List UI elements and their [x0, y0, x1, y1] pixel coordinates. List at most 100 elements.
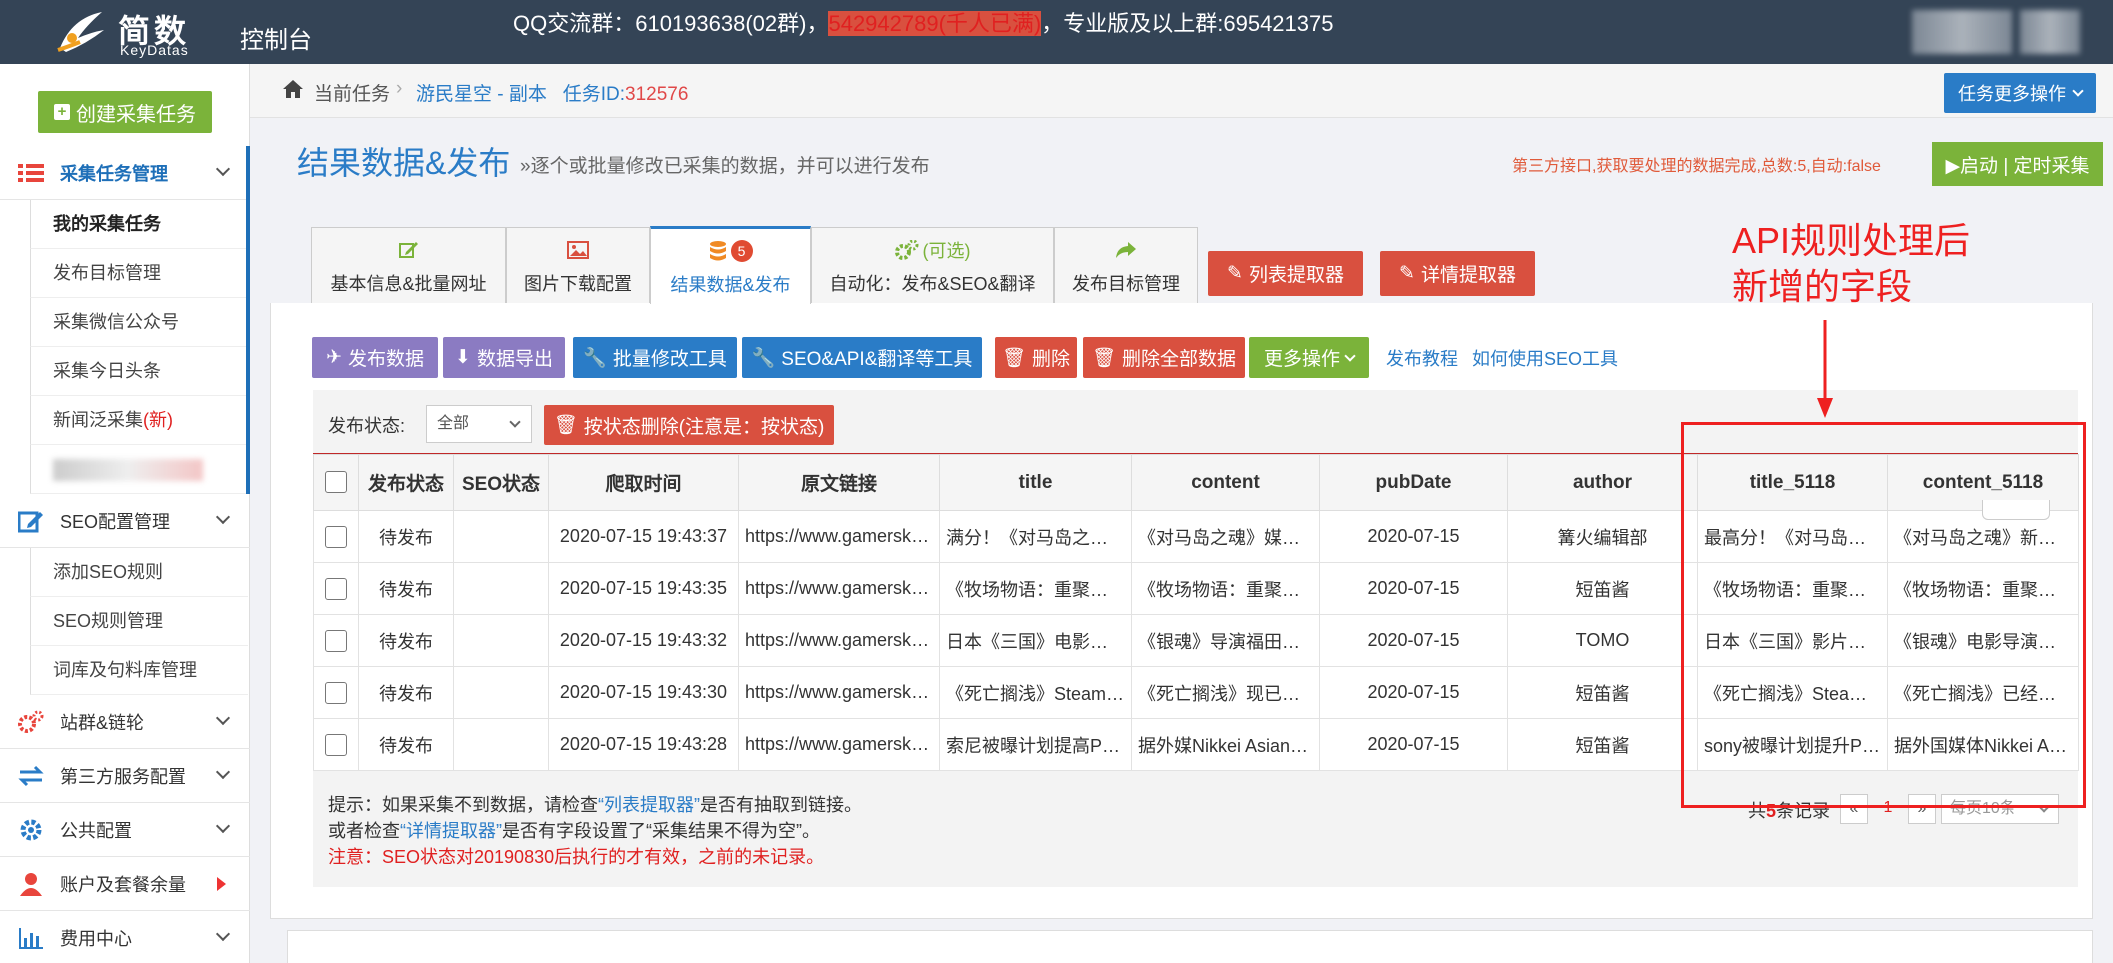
- database-icon: [709, 241, 726, 261]
- secondary-panel: [287, 930, 2093, 963]
- publish-tutorial-link[interactable]: 发布教程: [1386, 345, 1458, 371]
- row-checkbox[interactable]: [325, 525, 347, 548]
- detail-extractor-link[interactable]: “详情提取器”: [400, 821, 502, 841]
- edit-icon: [18, 511, 43, 533]
- header-seo-state[interactable]: SEO状态: [453, 454, 549, 511]
- logo[interactable]: 简数 KeyDatas: [52, 6, 202, 58]
- row-checkbox[interactable]: [325, 629, 347, 652]
- sidebar-item-lexicon[interactable]: 词库及句料库管理: [30, 646, 248, 695]
- tab-result-data[interactable]: 5 结果数据&发布: [650, 226, 811, 304]
- sidebar-group-task-management[interactable]: 采集任务管理: [0, 146, 250, 200]
- send-icon: ✈: [326, 347, 342, 368]
- cell-source-link[interactable]: https://www.gamersky.com/news/202007/130…: [738, 718, 940, 771]
- plus-icon: +: [54, 104, 70, 120]
- home-icon[interactable]: [282, 79, 304, 99]
- export-data-button[interactable]: ⬇ 数据导出: [443, 337, 565, 378]
- seo-howto-link[interactable]: 如何使用SEO工具: [1472, 345, 1618, 371]
- batch-edit-button[interactable]: 🔧 批量修改工具: [573, 337, 737, 378]
- tab-automation[interactable]: (可选) 自动化：发布&SEO&翻译: [811, 227, 1054, 303]
- breadcrumb-current[interactable]: 当前任务: [314, 79, 390, 106]
- sidebar-item-seo-rules[interactable]: SEO规则管理: [30, 597, 248, 646]
- sidebar-group-billing[interactable]: 费用中心: [0, 911, 250, 963]
- sidebar-group-seo[interactable]: SEO配置管理: [0, 494, 250, 548]
- tab-publish-targets[interactable]: 发布目标管理: [1054, 227, 1198, 303]
- cell-source-link[interactable]: https://www.gamersky.com/news/202007/130…: [738, 510, 940, 563]
- cell-seo-state: [453, 718, 549, 771]
- seo-api-tools-button[interactable]: 🔧 SEO&API&翻译等工具: [742, 337, 982, 378]
- cell-seo-state: [453, 562, 549, 615]
- cell-source-link[interactable]: https://www.gamersky.com/news/202007/130…: [738, 562, 940, 615]
- publish-state-select[interactable]: 全部: [426, 405, 532, 443]
- tip-line-2: 或者检查“详情提取器”是否有字段设置了“采集结果不得为空”。: [328, 821, 820, 841]
- cell-source-link[interactable]: https://www.gamersky.com/news/202007/130…: [738, 666, 940, 719]
- exchange-icon: [18, 765, 44, 787]
- sidebar-item-publish-targets[interactable]: 发布目标管理: [30, 249, 248, 298]
- delete-by-state-button[interactable]: 🗑 按状态删除(注意是：按状态): [544, 405, 834, 445]
- row-checkbox[interactable]: [325, 733, 347, 756]
- header-source-link[interactable]: 原文链接: [738, 454, 940, 511]
- sidebar-item-toutiao[interactable]: 采集今日头条: [30, 347, 248, 396]
- row-checkbox[interactable]: [325, 681, 347, 704]
- sidebar-group-account[interactable]: 账户及套餐余量: [0, 857, 250, 911]
- chevron-down-icon: [1344, 349, 1356, 362]
- publish-data-button[interactable]: ✈ 发布数据: [312, 337, 438, 378]
- list-extractor-button[interactable]: ✎ 列表提取器: [1208, 251, 1363, 296]
- fire-icon: ✎: [1227, 263, 1243, 284]
- sidebar-item-my-tasks[interactable]: 我的采集任务: [30, 200, 248, 249]
- chevron-down-icon: [215, 818, 231, 834]
- page-subtitle: »逐个或批量修改已采集的数据，并可以进行发布: [520, 156, 930, 177]
- chevron-down-icon: [215, 509, 231, 525]
- user-icon: [20, 873, 42, 896]
- gears-icon: [894, 240, 918, 260]
- delete-all-button[interactable]: 🗑 删除全部数据: [1083, 337, 1245, 378]
- user-info-blurred[interactable]: [1912, 10, 2012, 54]
- list-icon: [18, 164, 44, 182]
- start-schedule-button[interactable]: ▶启动 | 定时采集: [1932, 142, 2103, 186]
- sidebar-item-blurred[interactable]: [30, 445, 248, 494]
- cell-pubdate: 2020-07-15: [1319, 510, 1508, 563]
- cell-source-link[interactable]: https://www.gamersky.com/news/202007/130…: [738, 614, 940, 667]
- more-actions-button[interactable]: 更多操作: [1249, 337, 1369, 378]
- tip-seo-note: 注意：SEO状态对20190830后执行的才有效，之前的未记录。: [328, 847, 825, 867]
- console-title[interactable]: 控制台: [240, 20, 312, 55]
- trash-icon: 🗑: [1001, 347, 1027, 369]
- select-all-checkbox[interactable]: [325, 471, 347, 494]
- delete-button[interactable]: 🗑 删除: [995, 337, 1077, 378]
- sidebar-group-public-config[interactable]: 公共配置: [0, 803, 250, 857]
- wrench-icon: 🔧: [583, 347, 607, 369]
- cell-author: 短笛酱: [1507, 718, 1698, 771]
- header-crawl-time[interactable]: 爬取时间: [548, 454, 739, 511]
- chevron-down-icon: [215, 710, 231, 726]
- sidebar-item-add-seo-rule[interactable]: 添加SEO规则: [30, 548, 248, 597]
- blurred-item: [53, 459, 203, 482]
- user-avatar-blurred[interactable]: [2020, 10, 2080, 54]
- tab-basic-info[interactable]: 基本信息&批量网址: [311, 227, 506, 303]
- task-more-actions-button[interactable]: 任务更多操作: [1944, 73, 2096, 113]
- sidebar-item-wechat[interactable]: 采集微信公众号: [30, 298, 248, 347]
- create-task-button[interactable]: + 创建采集任务: [38, 91, 212, 133]
- sidebar-item-news[interactable]: 新闻泛采集(新): [30, 396, 248, 445]
- sidebar-group-site-cluster[interactable]: 站群&链轮: [0, 695, 250, 749]
- header-author[interactable]: author: [1507, 454, 1698, 511]
- tab-image-download[interactable]: 图片下载配置: [506, 227, 650, 303]
- header-publish-state[interactable]: 发布状态: [358, 454, 454, 511]
- row-select-cell: [313, 562, 359, 615]
- detail-extractor-button[interactable]: ✎ 详情提取器: [1380, 251, 1535, 296]
- caret-right-icon: [217, 877, 226, 891]
- cell-publish-state: 待发布: [358, 666, 454, 719]
- cell-seo-state: [453, 614, 549, 667]
- row-checkbox[interactable]: [325, 577, 347, 600]
- breadcrumb-task[interactable]: 游民星空 - 副本 任务ID:312576: [416, 79, 688, 106]
- header-pubdate[interactable]: pubDate: [1319, 454, 1508, 511]
- select-all-cell: [313, 454, 359, 511]
- cell-title: 日本《三国》电影首曝预告: [939, 614, 1132, 667]
- result-count-badge: 5: [730, 240, 753, 262]
- tip-line-1: 提示：如果采集不到数据，请检查“列表提取器”是否有抽取到链接。: [328, 795, 862, 815]
- header-content[interactable]: content: [1131, 454, 1320, 511]
- cell-author: 篝火编辑部: [1507, 510, 1698, 563]
- header-title[interactable]: title: [939, 454, 1132, 511]
- list-extractor-link[interactable]: “列表提取器”: [598, 795, 700, 815]
- chevron-down-icon: [215, 926, 231, 942]
- sidebar-group-third-party[interactable]: 第三方服务配置: [0, 749, 250, 803]
- qq-group-notice: QQ交流群：610193638(02群)，542942789(千人已满)，专业版…: [513, 11, 1334, 36]
